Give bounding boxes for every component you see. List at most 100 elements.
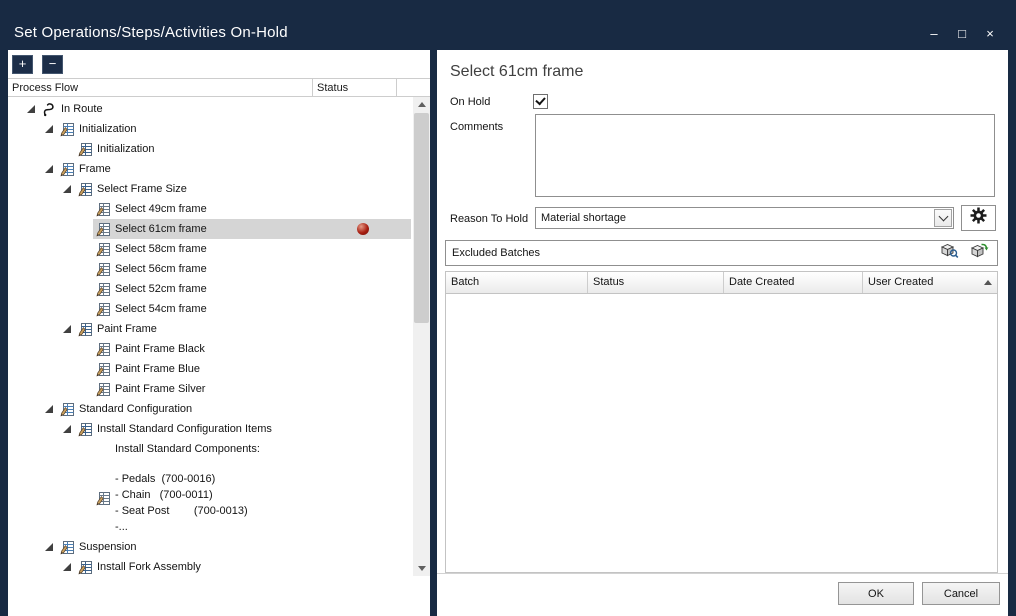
tree-item[interactable]: Paint Frame Blue: [8, 359, 413, 379]
tree-expander-spacer: [76, 339, 93, 359]
tree-expander-icon[interactable]: [40, 537, 57, 557]
tree-item-label: Paint Frame: [97, 323, 157, 335]
tree-item-label: Standard Configuration: [79, 403, 192, 415]
tree-item[interactable]: Select 52cm frame: [8, 279, 413, 299]
tree-item-label: Initialization: [79, 123, 136, 135]
activity-icon: [96, 282, 111, 297]
tree-item-label: Select 58cm frame: [115, 243, 207, 255]
maximize-button[interactable]: □: [956, 27, 968, 40]
tree-item[interactable]: Select 61cm frame: [8, 219, 413, 239]
step-icon: [78, 182, 93, 197]
tree-expander-icon[interactable]: [40, 119, 57, 139]
scrollbar-thumb[interactable]: [414, 113, 429, 323]
collapse-all-button[interactable]: −: [42, 55, 63, 74]
column-header-status[interactable]: Status: [313, 79, 397, 96]
tree-toolbar: + −: [8, 50, 430, 78]
step-icon: [78, 560, 93, 575]
tree-item-label: Initialization: [97, 143, 154, 155]
tree-item[interactable]: Select Frame Size: [8, 179, 413, 199]
chevron-down-icon: [938, 212, 948, 222]
close-button[interactable]: ×: [984, 27, 996, 40]
tree-item-label: Paint Frame Blue: [115, 363, 200, 375]
comments-input[interactable]: [535, 114, 995, 197]
expand-all-button[interactable]: +: [12, 55, 33, 74]
tree-item[interactable]: Install Standard Configuration Items: [8, 419, 413, 439]
tree-expander-icon[interactable]: [22, 99, 39, 119]
tree-item-label: Paint Frame Silver: [115, 383, 205, 395]
tree-item[interactable]: Paint Frame Silver: [8, 379, 413, 399]
reason-to-hold-select[interactable]: Material shortage: [535, 207, 954, 229]
tree-expander-spacer: [76, 259, 93, 279]
tree-item[interactable]: Paint Frame: [8, 319, 413, 339]
excluded-batches-title: Excluded Batches: [446, 247, 937, 259]
tree-expander-spacer: [76, 379, 93, 399]
tree-item-label: Select 54cm frame: [115, 303, 207, 315]
tree-item[interactable]: Select 56cm frame: [8, 259, 413, 279]
tree-item[interactable]: Suspension: [8, 537, 413, 557]
minimize-button[interactable]: –: [928, 27, 940, 40]
window-controls: – □ ×: [928, 27, 996, 40]
tree-expander-spacer: [76, 239, 93, 259]
ok-button[interactable]: OK: [838, 582, 914, 605]
route-icon: [42, 102, 57, 117]
excluded-batches-header: Excluded Batches: [445, 240, 998, 266]
tree-item-label: Select Frame Size: [97, 183, 187, 195]
tree-item-label: Select 61cm frame: [115, 223, 207, 235]
tree-viewport: In Route Initialization Initialization Fram…: [8, 97, 430, 576]
tree-expander-icon[interactable]: [58, 319, 75, 339]
activity-icon: [96, 262, 111, 277]
on-hold-checkbox[interactable]: [533, 94, 548, 109]
batches-table-body: [446, 294, 997, 573]
tree-item[interactable]: Select 58cm frame: [8, 239, 413, 259]
tree-expander-icon[interactable]: [40, 399, 57, 419]
tree-expander-spacer: [76, 299, 93, 319]
step-icon: [78, 322, 93, 337]
tree-item[interactable]: Initialization: [8, 139, 413, 159]
column-header-process-flow[interactable]: Process Flow: [8, 79, 313, 96]
tree-expander-icon[interactable]: [58, 419, 75, 439]
tree-scrollbar[interactable]: [413, 97, 430, 576]
tree-item-label: Paint Frame Black: [115, 343, 205, 355]
on-hold-label: On Hold: [450, 96, 490, 108]
dropdown-button[interactable]: [934, 209, 952, 227]
step-icon: [78, 142, 93, 157]
activity-icon: [96, 362, 111, 377]
column-header-user-created[interactable]: User Created: [863, 272, 997, 293]
column-header-batch[interactable]: Batch: [446, 272, 588, 293]
tree-expander-spacer: [76, 219, 93, 239]
tree-item[interactable]: Select 49cm frame: [8, 199, 413, 219]
cancel-button[interactable]: Cancel: [922, 582, 1000, 605]
tree-expander-icon[interactable]: [58, 179, 75, 199]
tree-item[interactable]: - Pedals (700-0016)- Chain (700-0011)- S…: [8, 459, 413, 537]
tree-expander-spacer: [76, 199, 93, 219]
activity-icon: [96, 302, 111, 317]
tree-item[interactable]: Frame: [8, 159, 413, 179]
tree-item[interactable]: Paint Frame Black: [8, 339, 413, 359]
tree-item[interactable]: Standard Configuration: [8, 399, 413, 419]
column-header-batch-status[interactable]: Status: [588, 272, 724, 293]
tree-items: In Route Initialization Initialization Fram…: [8, 97, 413, 576]
tree-item[interactable]: In Route: [8, 99, 413, 119]
footer-divider: [437, 573, 1008, 574]
tree-item[interactable]: Install Standard Components:: [8, 439, 413, 459]
tree-column-headers: Process Flow Status: [8, 78, 430, 97]
tree-item[interactable]: Install Fork Assembly: [8, 557, 413, 576]
checkmark-icon: [535, 95, 545, 106]
tree-item[interactable]: Select 54cm frame: [8, 299, 413, 319]
add-batch-button[interactable]: [967, 243, 991, 263]
tree-expander-icon[interactable]: [40, 159, 57, 179]
scroll-down-button[interactable]: [413, 561, 430, 576]
column-header-date-created[interactable]: Date Created: [724, 272, 863, 293]
operation-icon: [60, 162, 75, 177]
search-batch-button[interactable]: [937, 243, 961, 263]
reason-settings-button[interactable]: [961, 205, 996, 231]
tree-expander-spacer: [76, 493, 93, 513]
step-icon: [78, 422, 93, 437]
excluded-batches-table: Batch Status Date Created User Created: [445, 271, 998, 573]
tree-expander-icon[interactable]: [58, 557, 75, 576]
on-hold-status-icon: [357, 223, 369, 235]
activity-icon: [96, 491, 111, 506]
scroll-up-button[interactable]: [413, 97, 430, 112]
tree-item[interactable]: Initialization: [8, 119, 413, 139]
activity-icon: [96, 202, 111, 217]
